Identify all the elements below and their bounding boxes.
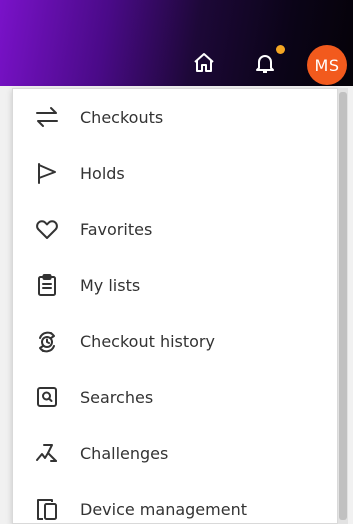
menu-item-device-management[interactable]: Device management (13, 481, 337, 523)
saved-search-icon (34, 384, 60, 410)
notification-dot (276, 45, 285, 54)
menu-item-searches[interactable]: Searches (13, 369, 337, 425)
menu-item-label: Holds (80, 163, 125, 183)
clipboard-icon (34, 272, 60, 298)
app-header: MS (0, 0, 353, 86)
menu-item-label: Device management (80, 499, 247, 519)
home-icon[interactable] (191, 50, 217, 76)
scroll-thumb[interactable] (339, 92, 347, 520)
bell-icon[interactable] (252, 50, 278, 76)
menu-item-challenges[interactable]: Challenges (13, 425, 337, 481)
menu-item-favorites[interactable]: Favorites (13, 201, 337, 257)
menu-item-holds[interactable]: Holds (13, 145, 337, 201)
menu-item-label: Checkout history (80, 331, 215, 351)
avatar-button[interactable]: MS (307, 45, 347, 85)
challenge-icon (34, 440, 60, 466)
menu-item-label: Challenges (80, 443, 169, 463)
menu-item-my-lists[interactable]: My lists (13, 257, 337, 313)
menu-item-label: Checkouts (80, 107, 164, 127)
menu-item-label: Favorites (80, 219, 153, 239)
swap-arrows-icon (34, 104, 60, 130)
menu-scrollbar[interactable] (338, 88, 348, 524)
flag-icon (34, 160, 60, 186)
heart-icon (34, 216, 60, 242)
avatar-initials: MS (314, 55, 340, 75)
menu-item-checkout-history[interactable]: Checkout history (13, 313, 337, 369)
history-icon (34, 328, 60, 354)
account-menu: Checkouts Holds Favorites My lists Check… (12, 88, 338, 524)
device-icon (34, 496, 60, 522)
menu-item-checkouts[interactable]: Checkouts (13, 89, 337, 145)
menu-item-label: Searches (80, 387, 154, 407)
menu-item-label: My lists (80, 275, 141, 295)
